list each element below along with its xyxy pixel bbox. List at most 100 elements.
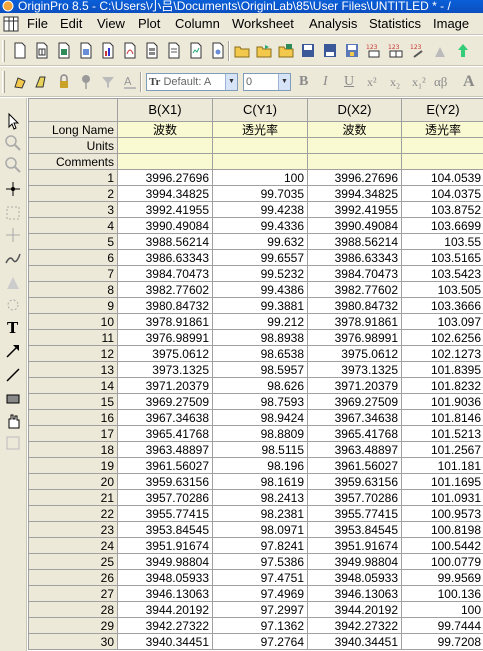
row-number[interactable]: 4 (28, 217, 118, 234)
data-cell[interactable]: 3984.70473 (307, 265, 402, 282)
data-cell[interactable]: 3988.56214 (307, 233, 402, 250)
data-cell[interactable]: 101.1695 (401, 473, 483, 490)
data-cell[interactable]: 3976.98991 (307, 329, 402, 346)
menu-statistics[interactable]: Statistics (369, 17, 421, 31)
data-cell[interactable]: 3978.91861 (117, 313, 213, 330)
data-cell[interactable]: 98.2413 (212, 489, 308, 506)
chevron-down-icon[interactable]: ▼ (278, 74, 290, 90)
data-cell[interactable]: 3982.77602 (307, 281, 402, 298)
data-cell[interactable]: 99.5232 (212, 265, 308, 282)
row-number[interactable]: 28 (28, 601, 118, 618)
data-selector-icon[interactable] (4, 204, 22, 222)
new-matrix-icon[interactable] (78, 42, 94, 59)
superscript-button[interactable]: x² (367, 72, 377, 92)
row-number[interactable]: 19 (28, 457, 118, 474)
data-cell[interactable]: 98.2381 (212, 505, 308, 522)
zoom-in-icon[interactable] (4, 134, 22, 152)
data-cell[interactable]: 103.3666 (401, 297, 483, 314)
data-cell[interactable]: 3992.41955 (307, 201, 402, 218)
data-cell[interactable]: 3961.56027 (117, 457, 213, 474)
font-color-icon[interactable]: A (122, 73, 138, 90)
data-cell[interactable]: 3986.63343 (117, 249, 213, 266)
data-cell[interactable]: 98.8809 (212, 425, 308, 442)
save-project-icon[interactable] (300, 42, 316, 59)
data-cell[interactable]: 98.196 (212, 457, 308, 474)
save-window-icon[interactable] (322, 42, 338, 59)
menu-view[interactable]: View (97, 17, 125, 31)
data-cell[interactable]: 3942.27322 (307, 617, 402, 634)
data-cell[interactable]: 3973.1325 (117, 361, 213, 378)
data-cell[interactable]: 3967.34638 (117, 409, 213, 426)
font-size-combo[interactable]: 0 ▼ (243, 73, 291, 91)
data-cell[interactable]: 3996.27696 (117, 169, 213, 186)
row-number[interactable]: 25 (28, 553, 118, 570)
data-cell[interactable]: 103.6699 (401, 217, 483, 234)
data-cell[interactable]: 99.4238 (212, 201, 308, 218)
data-cell[interactable]: 101.181 (401, 457, 483, 474)
worksheet-window-icon[interactable] (3, 16, 19, 32)
label-cell[interactable] (117, 153, 213, 170)
data-cell[interactable]: 98.9424 (212, 409, 308, 426)
toolbar-grip[interactable] (2, 40, 5, 62)
recalculate-icon[interactable] (455, 42, 471, 59)
label-cell[interactable] (401, 153, 483, 170)
import-wizard-icon[interactable]: 123 (410, 42, 426, 59)
new-notes-icon[interactable] (166, 42, 182, 59)
line-tool-icon[interactable] (4, 366, 22, 384)
filter-icon[interactable] (100, 73, 116, 90)
menu-plot[interactable]: Plot (138, 17, 160, 31)
row-number[interactable]: 18 (28, 441, 118, 458)
data-cell[interactable]: 97.2997 (212, 601, 308, 618)
label-row-header[interactable]: Long Name (28, 121, 118, 138)
row-number[interactable]: 17 (28, 425, 118, 442)
row-number[interactable]: 9 (28, 297, 118, 314)
data-cell[interactable]: 100.8198 (401, 521, 483, 538)
new-graph-icon[interactable] (100, 42, 116, 59)
region-icon[interactable] (4, 296, 22, 314)
data-cell[interactable]: 3951.91674 (117, 537, 213, 554)
data-cell[interactable]: 3971.20379 (117, 377, 213, 394)
data-cell[interactable]: 101.5213 (401, 425, 483, 442)
data-cell[interactable]: 100.136 (401, 585, 483, 602)
draw-data-icon[interactable] (4, 250, 22, 268)
data-cell[interactable]: 3969.27509 (117, 393, 213, 410)
data-cell[interactable]: 3948.05933 (307, 569, 402, 586)
data-cell[interactable]: 3944.20192 (307, 601, 402, 618)
row-number[interactable]: 11 (28, 329, 118, 346)
data-cell[interactable]: 103.5423 (401, 265, 483, 282)
data-cell[interactable]: 101.9036 (401, 393, 483, 410)
increase-font-button[interactable]: A (463, 72, 475, 92)
row-number[interactable]: 29 (28, 617, 118, 634)
data-reader-icon[interactable] (4, 226, 22, 244)
row-number[interactable]: 2 (28, 185, 118, 202)
lock-icon[interactable] (56, 73, 72, 90)
greek-button[interactable]: αβ (434, 72, 447, 92)
row-number[interactable]: 14 (28, 377, 118, 394)
data-cell[interactable]: 99.7444 (401, 617, 483, 634)
data-cell[interactable]: 3955.77415 (117, 505, 213, 522)
row-number[interactable]: 10 (28, 313, 118, 330)
data-cell[interactable]: 3955.77415 (307, 505, 402, 522)
data-cell[interactable]: 101.2567 (401, 441, 483, 458)
data-cell[interactable]: 3957.70286 (307, 489, 402, 506)
data-cell[interactable]: 100.9573 (401, 505, 483, 522)
data-cell[interactable]: 3980.84732 (117, 297, 213, 314)
chevron-down-icon[interactable]: ▼ (225, 74, 237, 90)
data-cell[interactable]: 98.8938 (212, 329, 308, 346)
data-cell[interactable]: 97.2764 (212, 633, 308, 650)
row-number[interactable]: 6 (28, 249, 118, 266)
menu-edit[interactable]: Edit (60, 17, 82, 31)
data-cell[interactable]: 3949.98804 (307, 553, 402, 570)
data-cell[interactable]: 99.9569 (401, 569, 483, 586)
row-number[interactable]: 20 (28, 473, 118, 490)
row-number[interactable]: 3 (28, 201, 118, 218)
new-layout-icon[interactable] (144, 42, 160, 59)
data-cell[interactable]: 98.5957 (212, 361, 308, 378)
row-number[interactable]: 24 (28, 537, 118, 554)
row-number[interactable]: 26 (28, 569, 118, 586)
import-multiple-ascii-icon[interactable]: 123 (388, 42, 404, 59)
data-cell[interactable]: 100 (401, 601, 483, 618)
column-header-d[interactable]: D(X2) (307, 98, 402, 122)
pin-icon[interactable] (78, 73, 94, 90)
data-cell[interactable]: 3942.27322 (117, 617, 213, 634)
